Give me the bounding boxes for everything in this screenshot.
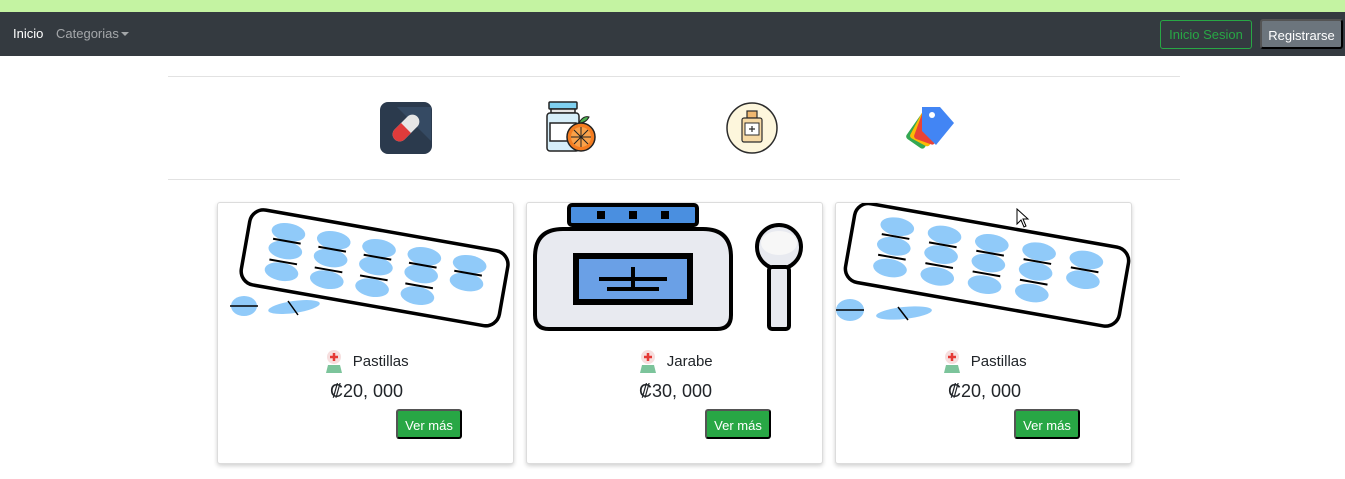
product-title-row: Pastillas: [836, 349, 1131, 375]
doctor-icon: [326, 350, 343, 373]
mouse-cursor-icon: [1016, 208, 1030, 228]
doctor-icon: [944, 350, 961, 373]
product-name: Pastillas: [352, 352, 409, 370]
pill-blister-pack-image: [836, 203, 1131, 328]
pill-capsule-icon[interactable]: [379, 101, 433, 155]
doctor-icon: [640, 350, 657, 373]
product-price: ₡20, 000: [947, 381, 1022, 401]
nav-categories-label: Categorias: [56, 26, 119, 41]
product-card: Jarabe ₡30, 000 Ver más: [526, 202, 823, 464]
divider-top: [168, 76, 1180, 77]
nav-home-link[interactable]: Inicio: [13, 12, 43, 56]
product-card: Pastillas ₡20, 000 Ver más: [217, 202, 514, 464]
divider-bottom: [168, 179, 1180, 180]
navbar: Inicio Categorias Inicio Sesion Registra…: [0, 12, 1345, 56]
tags-icon[interactable]: [902, 101, 956, 155]
nav-categories-dropdown[interactable]: Categorias: [56, 12, 129, 56]
view-more-button[interactable]: Ver más: [396, 409, 462, 439]
product-title-row: Pastillas: [218, 349, 513, 375]
product-title-row: Jarabe: [527, 349, 822, 375]
product-name: Pastillas: [970, 352, 1027, 370]
view-more-button[interactable]: Ver más: [705, 409, 771, 439]
product-price: ₡20, 000: [329, 381, 404, 401]
product-name: Jarabe: [666, 352, 713, 370]
product-card: Pastillas ₡20, 000 Ver más: [835, 202, 1132, 464]
caret-down-icon: [120, 32, 129, 36]
vitamin-jar-orange-icon[interactable]: [545, 101, 599, 155]
register-button[interactable]: Registrarse: [1260, 19, 1343, 49]
login-button[interactable]: Inicio Sesion: [1160, 20, 1252, 49]
top-accent-strip: [0, 0, 1345, 12]
perfume-bottle-icon[interactable]: [725, 101, 779, 155]
product-price: ₡30, 000: [638, 381, 713, 401]
pill-blister-pack-image: [230, 208, 510, 328]
syrup-bottle-image: [533, 203, 803, 331]
view-more-button[interactable]: Ver más: [1014, 409, 1080, 439]
